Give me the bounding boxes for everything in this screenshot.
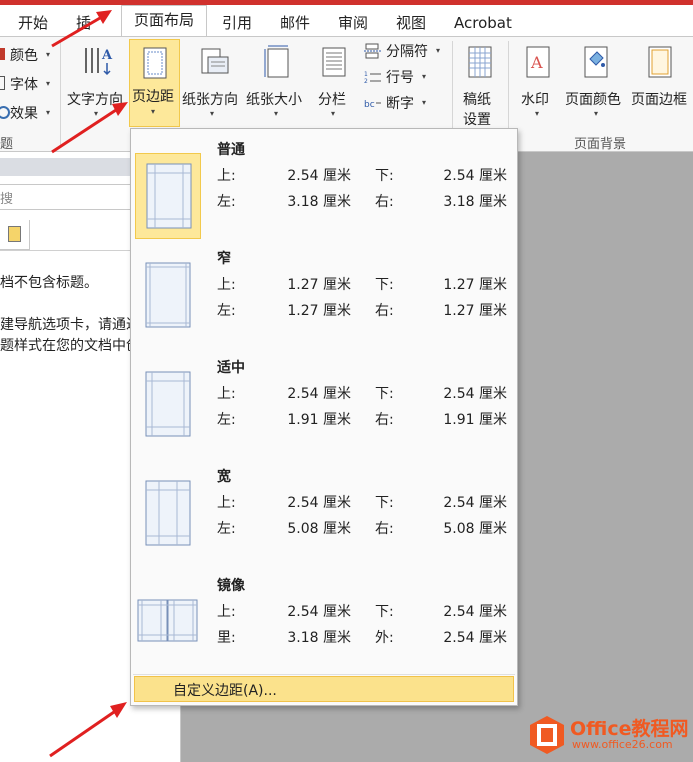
annotation-arrows (49, 10, 128, 758)
office-logo-icon (530, 716, 564, 754)
watermark-brand: Office教程网 (570, 718, 689, 740)
watermark-url: www.office26.com (572, 738, 673, 751)
site-watermark: Office教程网 www.office26.com (528, 714, 689, 758)
